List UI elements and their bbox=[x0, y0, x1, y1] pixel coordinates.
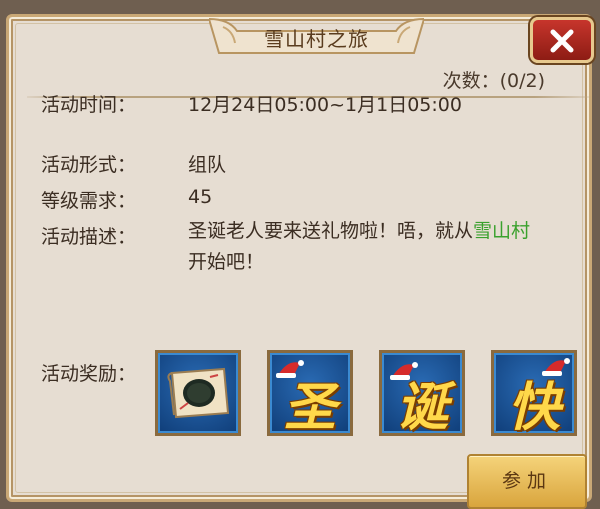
close-button[interactable] bbox=[530, 17, 594, 63]
description-part1: 圣诞老人要来送礼物啦！唔，就从 bbox=[188, 220, 474, 242]
santa-hat-icon bbox=[390, 362, 418, 380]
attempt-count: 次数：(0/2) bbox=[442, 70, 545, 92]
event-form-row: 活动形式： 组队 bbox=[41, 150, 226, 177]
event-description-label: 活动描述： bbox=[41, 226, 137, 248]
reward-item-dan[interactable]: 诞 bbox=[379, 350, 465, 438]
santa-hat-icon bbox=[276, 360, 304, 378]
join-button[interactable]: 参加 bbox=[467, 454, 587, 509]
description-part2: 开始吧！ bbox=[188, 251, 265, 273]
event-time-row: 活动时间： 12月24日05:00~1月1日05:00 bbox=[41, 90, 462, 117]
event-time-label: 活动时间： bbox=[41, 94, 137, 116]
level-requirement-value: 45 bbox=[188, 186, 213, 208]
event-dialog: 雪山村之旅 次数：(0/2) 活动时间： 12月24日05:00~1月1日05:… bbox=[6, 14, 594, 509]
event-time-value: 12月24日05:00~1月1日05:00 bbox=[188, 94, 462, 116]
reward-item-sheng[interactable]: 圣 bbox=[267, 350, 353, 438]
event-description-text: 圣诞老人要来送礼物啦！唔，就从雪山村开始吧！ bbox=[188, 216, 600, 278]
dialog-title: 雪山村之旅 bbox=[264, 27, 369, 51]
close-icon bbox=[550, 29, 574, 53]
reward-label: 活动奖励： bbox=[41, 363, 137, 385]
description-highlight: 雪山村 bbox=[473, 220, 531, 242]
event-form-label: 活动形式： bbox=[41, 154, 137, 176]
map-scroll-icon bbox=[167, 367, 230, 419]
level-requirement-label: 等级需求： bbox=[41, 190, 137, 212]
level-requirement-row: 等级需求： 45 bbox=[41, 186, 212, 213]
santa-hat-icon bbox=[542, 358, 570, 376]
title-banner: 雪山村之旅 bbox=[209, 17, 424, 57]
event-description-row: 活动描述： 圣诞老人要来送礼物啦！唔，就从雪山村开始吧！ bbox=[41, 220, 530, 273]
event-form-value: 组队 bbox=[188, 154, 227, 176]
reward-item-kuai[interactable]: 快 bbox=[491, 350, 577, 438]
reward-item-map[interactable] bbox=[155, 350, 241, 436]
